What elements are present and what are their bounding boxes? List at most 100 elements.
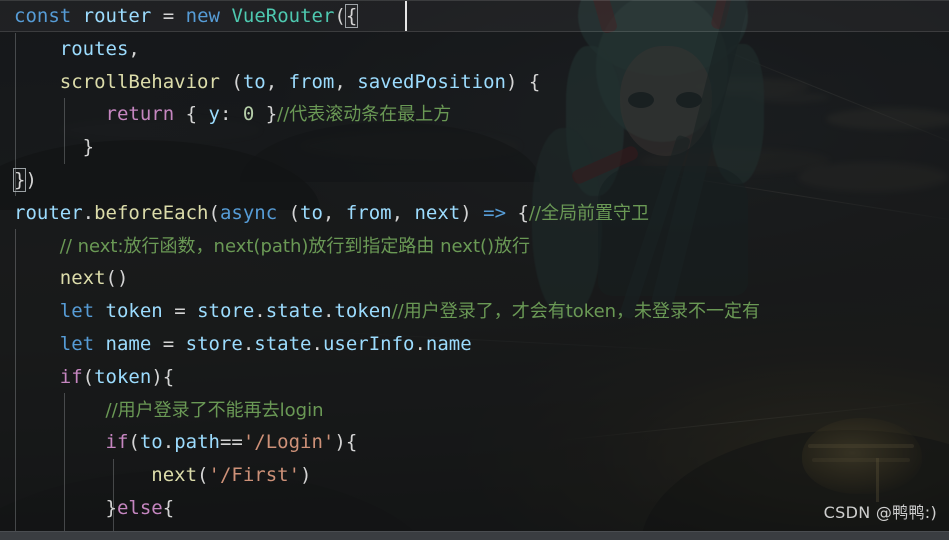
code-token: savedPosition bbox=[357, 70, 506, 93]
code-token: token bbox=[94, 365, 152, 388]
code-token: } bbox=[14, 136, 95, 159]
code-token: ( bbox=[208, 201, 220, 224]
editor-bottom-bar bbox=[0, 531, 949, 540]
code-token: routes bbox=[59, 37, 129, 60]
code-token: ) { bbox=[505, 70, 541, 93]
code-token: = bbox=[162, 300, 198, 323]
code-token: router bbox=[82, 5, 152, 27]
code-token: let bbox=[59, 300, 95, 323]
code-token: ( bbox=[277, 201, 301, 224]
code-token: const bbox=[14, 5, 72, 27]
code-line[interactable]: //用户登录了不能再去login bbox=[0, 394, 760, 427]
code-line[interactable]: if(to.path=='/Login'){ bbox=[0, 426, 760, 459]
code-token: y bbox=[208, 103, 220, 126]
code-token: next bbox=[151, 464, 198, 487]
code-token: from bbox=[288, 70, 335, 93]
code-token: ) bbox=[300, 464, 312, 487]
editor-window: const router = new VueRouter({ routes, s… bbox=[0, 0, 949, 540]
code-token: , bbox=[128, 37, 140, 60]
code-token: let bbox=[59, 332, 95, 355]
code-token: . bbox=[414, 332, 426, 355]
code-line[interactable]: let token = store.state.token//用户登录了，才会有… bbox=[0, 295, 760, 328]
code-token: '/First' bbox=[208, 464, 301, 487]
code-line[interactable]: }else{ bbox=[0, 492, 760, 525]
code-line[interactable]: next() bbox=[0, 262, 760, 295]
code-token: //用户登录了不能再去login bbox=[105, 399, 324, 421]
code-line[interactable]: return { y: 0 }//代表滚动条在最上方 bbox=[0, 98, 760, 131]
code-token: () bbox=[105, 267, 129, 290]
code-token: state bbox=[254, 332, 312, 355]
code-token: state bbox=[265, 300, 323, 323]
code-token: 0 bbox=[242, 103, 255, 126]
code-token: { bbox=[174, 103, 209, 126]
code-token: { bbox=[344, 4, 359, 28]
code-token: : bbox=[219, 103, 243, 126]
code-token: to bbox=[242, 70, 266, 93]
code-token: store bbox=[185, 332, 243, 355]
code-token: //全局前置守卫 bbox=[528, 202, 650, 224]
code-token: async bbox=[219, 201, 278, 224]
code-token: . bbox=[82, 201, 95, 224]
code-token: } bbox=[12, 167, 27, 192]
code-token: . bbox=[311, 332, 323, 355]
code-line[interactable]: scrollBehavior (to, from, savedPosition)… bbox=[0, 66, 760, 99]
code-token: beforeEach bbox=[94, 201, 209, 224]
code-line[interactable]: const router = new VueRouter({ bbox=[0, 0, 760, 33]
code-line[interactable]: let name = store.state.userInfo.name bbox=[0, 328, 760, 361]
code-token: token bbox=[105, 300, 163, 323]
code-token: next bbox=[414, 201, 461, 224]
code-editor-surface[interactable]: const router = new VueRouter({ routes, s… bbox=[0, 0, 949, 540]
code-token: return bbox=[105, 103, 175, 126]
code-token: ( bbox=[334, 5, 346, 27]
code-token: } bbox=[14, 496, 117, 519]
text-caret bbox=[405, 1, 407, 31]
code-line[interactable]: routes, bbox=[0, 33, 760, 66]
code-line[interactable]: }) bbox=[0, 164, 760, 197]
code-token: next bbox=[59, 267, 106, 290]
code-token: ){ bbox=[334, 431, 358, 454]
code-line[interactable]: next('/First') bbox=[0, 459, 760, 492]
code-token: to bbox=[139, 431, 163, 454]
code-token: ( bbox=[82, 365, 95, 388]
code-token: //用户登录了，才会有token，未登录不一定有 bbox=[391, 301, 761, 323]
code-token: if bbox=[105, 431, 129, 454]
code-line[interactable]: } bbox=[0, 131, 760, 164]
code-token: = bbox=[162, 5, 175, 27]
code-line[interactable]: router.beforeEach(async (to, from, next)… bbox=[0, 197, 760, 230]
code-token: name bbox=[425, 332, 472, 355]
code-token: , bbox=[265, 70, 289, 93]
code-token: new bbox=[185, 5, 220, 27]
code-token: userInfo bbox=[322, 332, 415, 355]
code-token: == bbox=[219, 431, 243, 454]
code-token: . bbox=[242, 332, 255, 355]
code-token: . bbox=[322, 300, 335, 323]
code-token: = bbox=[151, 332, 186, 355]
code-token: ( bbox=[219, 70, 243, 93]
code-text-area[interactable]: const router = new VueRouter({ routes, s… bbox=[0, 0, 760, 525]
code-token: '/Login' bbox=[242, 431, 335, 454]
code-token: //代表滚动条在最上方 bbox=[277, 104, 452, 126]
code-token: . bbox=[162, 431, 175, 454]
code-token: to bbox=[300, 201, 323, 224]
code-token: , bbox=[322, 201, 346, 224]
code-line[interactable]: // next:放行函数，next(path)放行到指定路由 next()放行 bbox=[0, 230, 760, 263]
code-token: => bbox=[483, 201, 507, 224]
code-line[interactable]: if(token){ bbox=[0, 361, 760, 394]
code-token: scrollBehavior bbox=[59, 70, 220, 93]
code-token: ) bbox=[25, 168, 37, 191]
code-token: ){ bbox=[151, 365, 175, 388]
